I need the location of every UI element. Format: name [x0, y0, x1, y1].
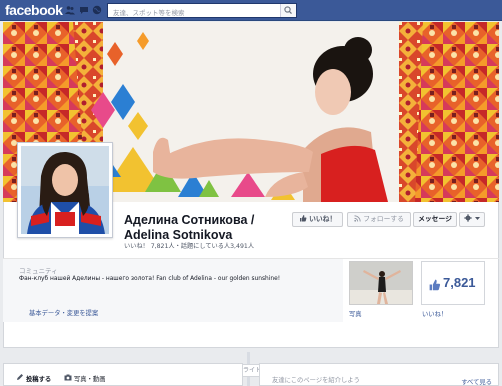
search-button[interactable] — [280, 4, 296, 17]
about-suggest-edits-link[interactable]: 基本データ・変更を提案 — [29, 308, 98, 317]
thumbs-up-icon — [299, 215, 307, 222]
notifications-globe-icon[interactable] — [92, 5, 102, 15]
page-description: Фан-клуб нашей Аделины - нашего золота! … — [19, 276, 281, 282]
follow-button-label: フォローする — [363, 215, 404, 223]
likes-count: 7,821 — [443, 275, 476, 290]
settings-menu-button[interactable] — [459, 212, 485, 227]
message-button[interactable]: メッセージ — [413, 212, 457, 227]
rss-follow-icon — [354, 215, 361, 222]
page-container: Аделина Сотникова / Adelina Sotnikova いい… — [3, 22, 499, 386]
likes-app-label[interactable]: いいね！ — [422, 309, 447, 318]
messages-icon[interactable] — [79, 5, 89, 15]
message-button-label: メッセージ — [418, 215, 452, 223]
thumbs-up-icon — [429, 279, 441, 291]
chevron-down-icon — [474, 217, 480, 220]
search-placeholder: 友達、スポット等を検索 — [113, 9, 185, 17]
page-stats: いいね！ 7,821人・話題にしている人3,491人 — [124, 243, 255, 250]
gear-icon — [464, 214, 473, 222]
photos-thumbnail-image — [350, 262, 412, 304]
post-composer[interactable]: 投稿する 写真・動画 — [3, 363, 243, 386]
profile-picture[interactable] — [17, 142, 113, 238]
invite-friends-box[interactable]: 友達にこのページを紹介しよう すべて見る — [259, 363, 499, 386]
search-icon — [284, 6, 292, 15]
photos-thumbnail[interactable] — [349, 261, 413, 305]
photo-camera-icon — [64, 374, 72, 381]
search-input[interactable]: 友達、スポット等を検索 — [107, 3, 297, 18]
invite-friends-placeholder: 友達にこのページを紹介しよう — [272, 377, 360, 384]
page-title: Аделина Сотникова / Adelina Sotnikova — [124, 213, 284, 243]
top-navigation-bar: facebook 友達、スポット等を検索 — [0, 0, 502, 21]
composer-status-tab[interactable]: 投稿する — [26, 374, 51, 383]
composer-photo-tab[interactable]: 写真・動画 — [74, 374, 105, 383]
follow-button[interactable]: フォローする — [347, 212, 411, 227]
like-button-label: いいね！ — [309, 215, 337, 223]
page-category: コミュニティ — [19, 267, 58, 275]
like-page-button[interactable]: いいね！ — [292, 212, 343, 227]
profile-photo-image — [21, 146, 109, 234]
facebook-logo[interactable]: facebook — [5, 2, 63, 18]
status-pencil-icon — [17, 374, 23, 380]
see-all-link[interactable]: すべて見る — [461, 377, 492, 386]
friend-requests-icon[interactable] — [65, 5, 75, 15]
photos-app-label[interactable]: 写真 — [349, 309, 362, 318]
page-title-line1: Аделина Сотникова / — [124, 213, 255, 227]
